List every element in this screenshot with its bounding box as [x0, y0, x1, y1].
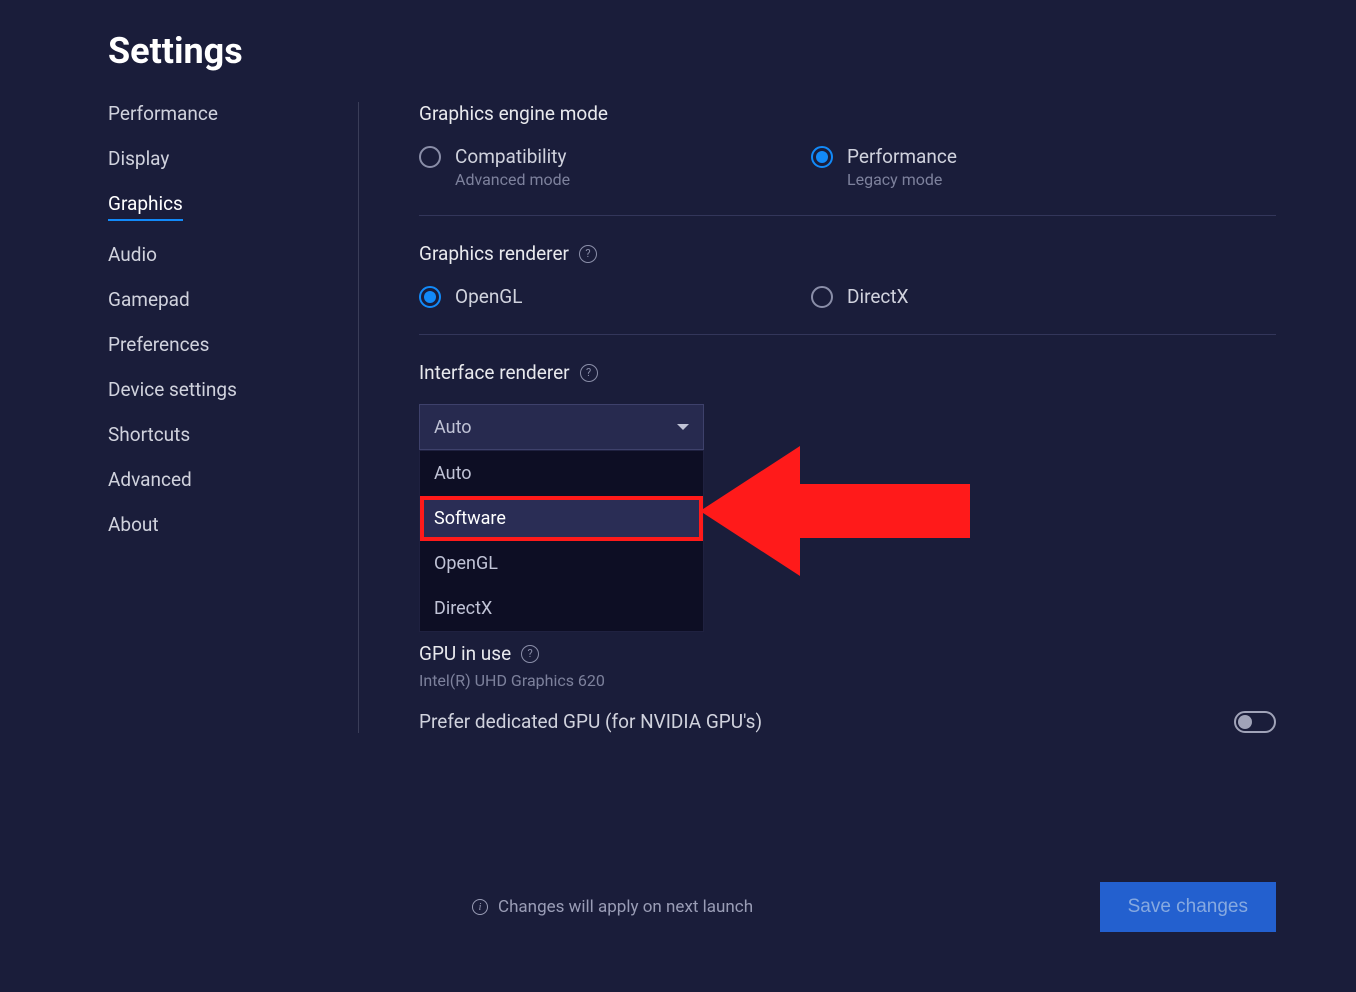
sidebar-item-device-settings[interactable]: Device settings: [108, 378, 237, 401]
sidebar-item-display[interactable]: Display: [108, 147, 169, 170]
sidebar-item-advanced[interactable]: Advanced: [108, 468, 192, 491]
sidebar-item-graphics[interactable]: Graphics: [108, 192, 183, 221]
sidebar-item-audio[interactable]: Audio: [108, 243, 157, 266]
radio-label: Performance: [847, 145, 957, 168]
engine-mode-title-text: Graphics engine mode: [419, 102, 608, 125]
info-icon: i: [472, 899, 488, 915]
notice-text: Changes will apply on next launch: [498, 897, 753, 917]
annotation-arrow-icon: [700, 436, 980, 586]
radio-icon: [811, 286, 833, 308]
save-changes-button[interactable]: Save changes: [1100, 882, 1276, 932]
prefer-dedicated-gpu-toggle[interactable]: [1234, 711, 1276, 733]
help-icon[interactable]: ?: [521, 645, 539, 663]
renderer-opengl[interactable]: OpenGL: [419, 285, 811, 308]
sidebar-item-preferences[interactable]: Preferences: [108, 333, 209, 356]
engine-mode-title: Graphics engine mode: [419, 102, 1276, 125]
radio-sublabel: Advanced mode: [455, 170, 570, 189]
divider: [419, 215, 1276, 216]
settings-main: Graphics engine mode Compatibility Advan…: [419, 102, 1356, 733]
help-icon[interactable]: ?: [580, 364, 598, 382]
dropdown-selected-value: Auto: [434, 417, 472, 438]
radio-icon: [419, 146, 441, 168]
dropdown-option-opengl[interactable]: OpenGL: [420, 541, 703, 586]
interface-renderer-dropdown-list: Auto Software OpenGL DirectX: [419, 450, 704, 632]
help-icon[interactable]: ?: [579, 245, 597, 263]
radio-label: DirectX: [847, 285, 909, 308]
chevron-down-icon: [677, 424, 689, 430]
engine-mode-compatibility[interactable]: Compatibility Advanced mode: [419, 145, 811, 189]
interface-renderer-title: Interface renderer ?: [419, 361, 1276, 384]
settings-sidebar: Performance Display Graphics Audio Gamep…: [108, 102, 358, 733]
renderer-directx[interactable]: DirectX: [811, 285, 1203, 308]
interface-renderer-dropdown[interactable]: Auto: [419, 404, 704, 450]
radio-icon: [419, 286, 441, 308]
renderer-title: Graphics renderer ?: [419, 242, 1276, 265]
prefer-dedicated-gpu-label: Prefer dedicated GPU (for NVIDIA GPU's): [419, 710, 762, 733]
engine-mode-performance[interactable]: Performance Legacy mode: [811, 145, 1203, 189]
dropdown-option-software[interactable]: Software: [420, 496, 703, 541]
radio-label: Compatibility: [455, 145, 570, 168]
dropdown-option-directx[interactable]: DirectX: [420, 586, 703, 631]
sidebar-item-gamepad[interactable]: Gamepad: [108, 288, 190, 311]
renderer-title-text: Graphics renderer: [419, 242, 569, 265]
radio-icon: [811, 146, 833, 168]
apply-on-next-launch-notice: i Changes will apply on next launch: [472, 897, 753, 917]
gpu-in-use-title: GPU in use ?: [419, 642, 1276, 665]
radio-label: OpenGL: [455, 285, 522, 308]
page-title: Settings: [0, 0, 1356, 72]
sidebar-item-performance[interactable]: Performance: [108, 102, 218, 125]
sidebar-item-about[interactable]: About: [108, 513, 159, 536]
dropdown-option-auto[interactable]: Auto: [420, 451, 703, 496]
gpu-in-use-value: Intel(R) UHD Graphics 620: [419, 671, 1276, 690]
vertical-divider: [358, 102, 359, 733]
sidebar-item-shortcuts[interactable]: Shortcuts: [108, 423, 190, 446]
gpu-title-text: GPU in use: [419, 642, 511, 665]
interface-renderer-title-text: Interface renderer: [419, 361, 570, 384]
radio-sublabel: Legacy mode: [847, 170, 957, 189]
divider: [419, 334, 1276, 335]
